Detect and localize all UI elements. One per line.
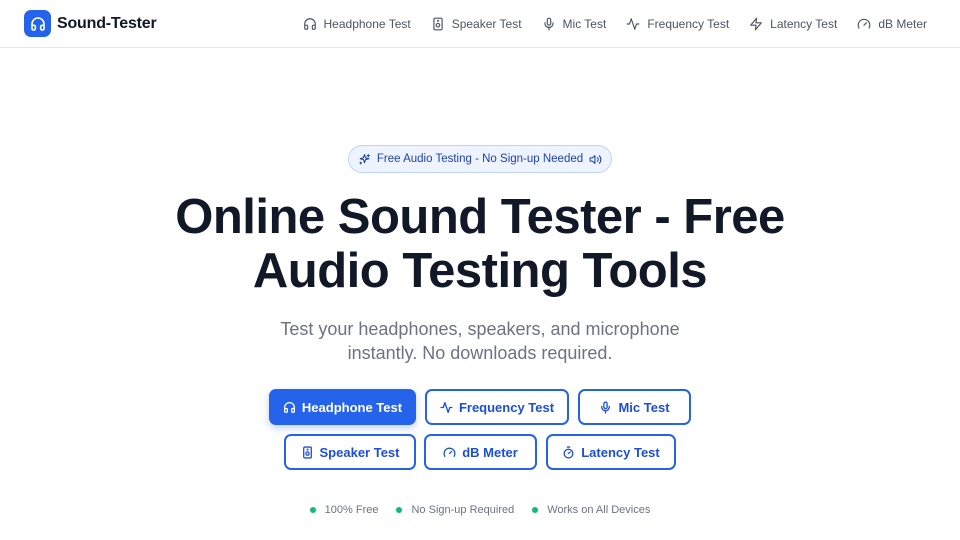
title-line-2: Audio Testing Tools [252,244,708,298]
button-label: Mic Test [618,399,670,415]
feature-item: Works on All Devices [532,504,650,516]
gauge-icon [443,447,456,457]
nav-db-meter[interactable]: dB Meter [857,17,927,31]
latency-test-button[interactable]: Latency Test [546,434,676,470]
headphones-icon [283,401,295,413]
db-meter-button[interactable]: dB Meter [424,434,537,470]
sparkles-icon [359,153,370,164]
page-subtitle: Test your headphones, speakers, and micr… [230,317,730,365]
mic-test-button[interactable]: Mic Test [578,389,691,425]
mic-icon [543,17,554,31]
status-dot [396,507,403,513]
status-dot [309,507,316,513]
status-dot [532,507,539,513]
feature-label: No Sign-up Required [411,504,515,516]
nav-label: Latency Test [770,17,838,31]
top-header: Sound-Tester Headphone Test Speaker Test… [0,0,960,48]
nav-label: Mic Test [562,17,607,31]
nav-speaker-test[interactable]: Speaker Test [431,17,522,31]
speaker-test-button[interactable]: Speaker Test [284,434,416,470]
headphones-icon [303,18,316,30]
nav-label: dB Meter [878,17,927,31]
button-label: Frequency Test [458,399,555,415]
feature-list: 100% Free No Sign-up Required Works on A… [0,504,960,516]
nav-label: Headphone Test [323,17,411,31]
activity-icon [626,18,640,30]
feature-label: Works on All Devices [547,504,651,516]
speaker-icon [433,17,443,31]
activity-icon [440,401,453,413]
nav-latency-test[interactable]: Latency Test [749,17,837,31]
headphones-icon [24,10,51,37]
nav-headphone-test[interactable]: Headphone Test [303,17,411,31]
brand-name: Sound-Tester [57,14,157,32]
headphone-test-button[interactable]: Headphone Test [269,389,416,425]
brand-logo[interactable]: Sound-Tester [24,10,157,37]
subtitle-line-1: Test your headphones, speakers, and micr… [280,319,680,339]
frequency-test-button[interactable]: Frequency Test [425,389,569,425]
nav-label: Frequency Test [647,17,730,31]
page-title: Online Sound Tester - Free Audio Testing… [0,190,960,298]
nav-mic-test[interactable]: Mic Test [542,17,607,31]
timer-icon [563,445,574,459]
badge-text: Free Audio Testing - No Sign-up Needed [376,153,584,165]
button-label: Headphone Test [301,399,403,415]
feature-item: No Sign-up Required [396,504,514,516]
main-nav: Headphone Test Speaker Test Mic Test Fre… [303,0,927,48]
button-label: Latency Test [581,444,660,460]
gauge-icon [857,18,871,29]
feature-label: 100% Free [324,504,379,516]
subtitle-line-2: instantly. No downloads required. [347,343,613,363]
mic-icon [601,400,611,414]
zap-icon [750,17,762,31]
nav-frequency-test[interactable]: Frequency Test [626,17,729,31]
button-label: Speaker Test [319,444,400,460]
feature-item: 100% Free [309,504,379,516]
title-line-1: Online Sound Tester - Free [175,190,785,244]
button-label: dB Meter [462,444,518,460]
volume-icon [589,154,602,164]
speaker-icon [302,445,312,459]
nav-label: Speaker Test [451,17,522,31]
free-badge: Free Audio Testing - No Sign-up Needed [348,145,612,173]
